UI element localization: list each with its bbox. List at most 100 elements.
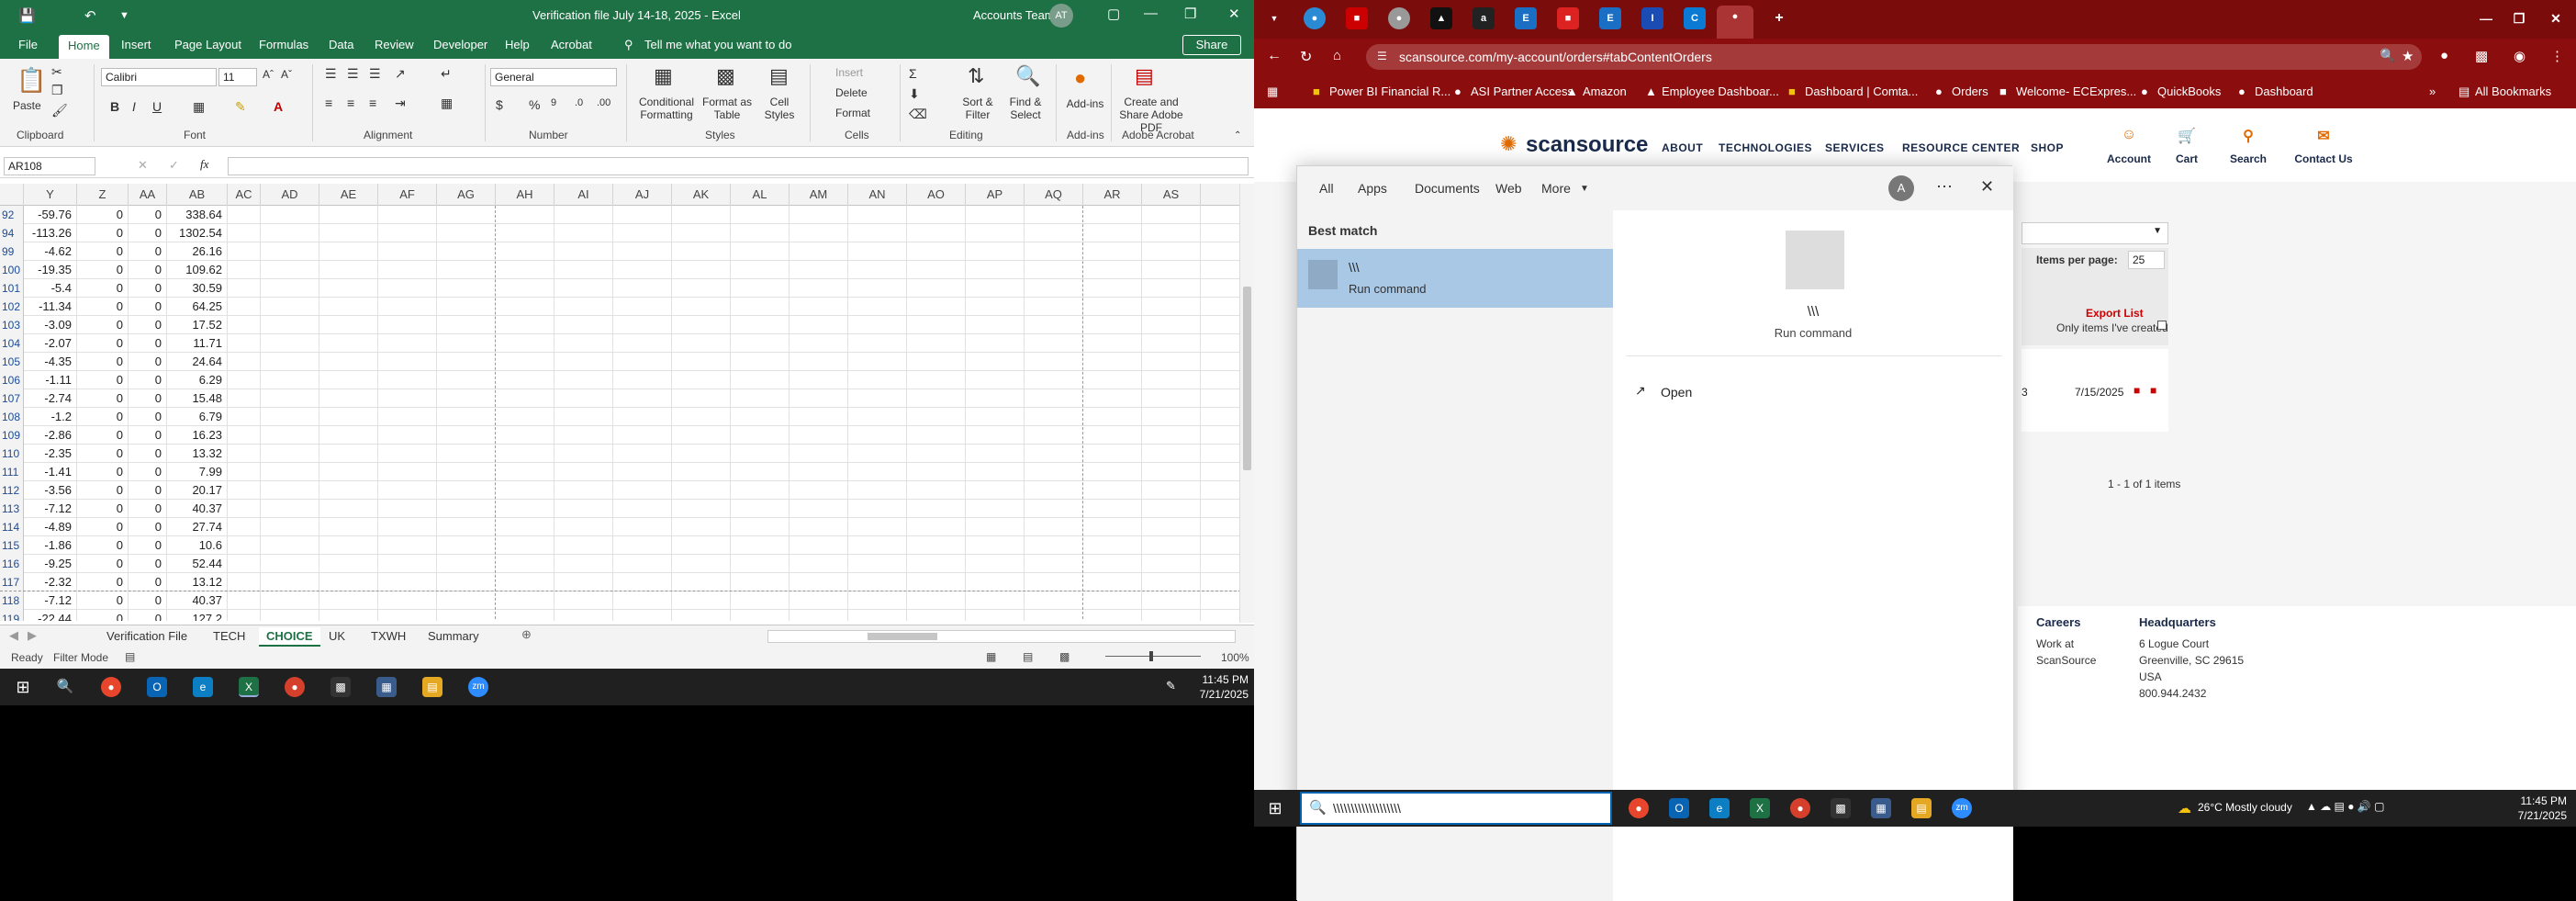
cell-z[interactable]: 0 bbox=[77, 389, 129, 408]
sheet-tab-uk[interactable]: UK bbox=[321, 627, 353, 645]
contact-icon[interactable]: ✉ bbox=[2291, 127, 2356, 145]
reload-icon[interactable]: ↻ bbox=[1300, 48, 1312, 66]
cell-aa[interactable]: 0 bbox=[129, 481, 167, 500]
cell-y[interactable]: -9.25 bbox=[24, 555, 77, 573]
nav-shop[interactable]: SHOP bbox=[2031, 141, 2064, 154]
scansource-logo[interactable]: scansource bbox=[1526, 132, 1648, 158]
minimize-icon[interactable]: — bbox=[1144, 6, 1158, 21]
number-format-select[interactable]: General bbox=[490, 68, 617, 86]
align-right-icon[interactable]: ≡ bbox=[369, 96, 376, 110]
bookmark-power-bi[interactable]: Power BI Financial R... bbox=[1329, 84, 1450, 98]
account-name[interactable]: Accounts Team bbox=[973, 8, 1055, 22]
column-header-y[interactable]: Y bbox=[24, 184, 77, 206]
row-header[interactable]: 110 bbox=[0, 445, 24, 463]
more-options-icon[interactable]: ⋯ bbox=[1936, 177, 1953, 197]
cell-z[interactable]: 0 bbox=[77, 316, 129, 334]
column-header-af[interactable]: AF bbox=[378, 184, 437, 206]
cell-z[interactable]: 0 bbox=[77, 573, 129, 591]
cell-y[interactable]: -1.86 bbox=[24, 536, 77, 555]
row-header[interactable]: 114 bbox=[0, 518, 24, 536]
search-close-icon[interactable]: ✕ bbox=[1980, 177, 1994, 197]
row-header[interactable]: 111 bbox=[0, 463, 24, 481]
taskbar-search-input[interactable]: \\\\\\\\\\\\\\\\\\\ bbox=[1300, 792, 1612, 825]
cell-ab[interactable]: 13.12 bbox=[167, 573, 228, 591]
row-header[interactable]: 94 bbox=[0, 224, 24, 242]
filter-documents[interactable]: Documents bbox=[1415, 181, 1480, 196]
row-header[interactable]: 115 bbox=[0, 536, 24, 555]
fill-icon[interactable]: ⬇ bbox=[909, 86, 920, 102]
row-header[interactable]: 99 bbox=[0, 242, 24, 261]
tab-amazon-icon[interactable]: a bbox=[1473, 7, 1495, 29]
tab-page-layout[interactable]: Page Layout bbox=[174, 38, 241, 51]
bookmark-dashboard[interactable]: Dashboard bbox=[2255, 84, 2313, 98]
column-header-ab[interactable]: AB bbox=[167, 184, 228, 206]
cell-ab[interactable]: 6.79 bbox=[167, 408, 228, 426]
cell-aa[interactable]: 0 bbox=[129, 408, 167, 426]
autosum-icon[interactable]: Σ bbox=[909, 66, 917, 81]
bookmark-ecexpress[interactable]: Welcome- ECExpres... bbox=[2016, 84, 2136, 98]
cell-y[interactable]: -2.86 bbox=[24, 426, 77, 445]
cell-y[interactable]: -2.35 bbox=[24, 445, 77, 463]
profile-icon[interactable]: ◉ bbox=[2514, 48, 2526, 64]
row-header[interactable]: 117 bbox=[0, 573, 24, 591]
cell-aa[interactable]: 0 bbox=[129, 389, 167, 408]
chrome-profile-icon-right[interactable]: ● bbox=[1790, 798, 1810, 818]
page-break-view-icon[interactable]: ▩ bbox=[1059, 650, 1070, 663]
decrease-decimal-icon[interactable]: .00 bbox=[597, 97, 610, 108]
column-header-ah[interactable]: AH bbox=[496, 184, 554, 206]
cell-aa[interactable]: 0 bbox=[129, 298, 167, 316]
row-header[interactable]: 104 bbox=[0, 334, 24, 353]
tab-favicon-1[interactable]: ● bbox=[1304, 7, 1326, 29]
add-ins-icon[interactable]: ● bbox=[1074, 66, 1086, 90]
cell-y[interactable]: -2.07 bbox=[24, 334, 77, 353]
tray-icons[interactable]: ▲ ☁ ▤ ● 🔊 ▢ bbox=[2306, 800, 2384, 813]
cell-ab[interactable]: 15.48 bbox=[167, 389, 228, 408]
column-header-as[interactable]: AS bbox=[1142, 184, 1201, 206]
tab-formulas[interactable]: Formulas bbox=[259, 38, 308, 51]
column-header-ae[interactable]: AE bbox=[319, 184, 378, 206]
cell-ab[interactable]: 109.62 bbox=[167, 261, 228, 279]
cell-z[interactable]: 0 bbox=[77, 500, 129, 518]
cell-z[interactable]: 0 bbox=[77, 463, 129, 481]
align-center-icon[interactable]: ≡ bbox=[347, 96, 354, 110]
adobe-pdf-icon[interactable]: ▤ bbox=[1135, 64, 1154, 88]
cell-ab[interactable]: 52.44 bbox=[167, 555, 228, 573]
order-number[interactable]: 3 bbox=[2022, 386, 2028, 399]
cell-aa[interactable]: 0 bbox=[129, 610, 167, 621]
cell-y[interactable]: -5.4 bbox=[24, 279, 77, 298]
accessibility-icon[interactable]: ▤ bbox=[125, 650, 135, 663]
name-box[interactable]: AR108 bbox=[4, 157, 95, 175]
comma-style-icon[interactable]: 9 bbox=[551, 97, 556, 108]
zoom-slider[interactable] bbox=[1098, 650, 1208, 663]
cell-y[interactable]: -59.76 bbox=[24, 206, 77, 224]
cell-ab[interactable]: 20.17 bbox=[167, 481, 228, 500]
cell-y[interactable]: -1.11 bbox=[24, 371, 77, 389]
windows-start-icon[interactable]: ⊞ bbox=[13, 677, 33, 697]
format-as-table-button[interactable]: Format as Table bbox=[701, 96, 753, 121]
outlook-icon-right[interactable]: O bbox=[1669, 798, 1689, 818]
contact-link[interactable]: Contact Us bbox=[2291, 152, 2356, 165]
more-bookmarks-icon[interactable]: » bbox=[2429, 84, 2436, 98]
search-link[interactable]: Search bbox=[2225, 152, 2271, 165]
column-header-al[interactable]: AL bbox=[731, 184, 790, 206]
row-header[interactable]: 112 bbox=[0, 481, 24, 500]
cell-y[interactable]: -7.12 bbox=[24, 591, 77, 610]
enter-formula-icon[interactable]: ✓ bbox=[169, 158, 179, 173]
tab-search-icon[interactable]: ▼ bbox=[1263, 7, 1285, 29]
cell-z[interactable]: 0 bbox=[77, 353, 129, 371]
page-layout-view-icon[interactable]: ▤ bbox=[1023, 650, 1033, 663]
chrome-icon-right[interactable]: ● bbox=[1629, 798, 1649, 818]
nav-about[interactable]: ABOUT bbox=[1662, 141, 1703, 154]
row-header[interactable]: 119 bbox=[0, 610, 24, 621]
cell-ab[interactable]: 40.37 bbox=[167, 591, 228, 610]
cell-z[interactable]: 0 bbox=[77, 298, 129, 316]
increase-decimal-icon[interactable]: .0 bbox=[575, 97, 583, 108]
edge-icon-right[interactable]: e bbox=[1709, 798, 1730, 818]
sheet-tab-verification-file[interactable]: Verification File bbox=[99, 627, 195, 645]
cell-z[interactable]: 0 bbox=[77, 536, 129, 555]
filter-more[interactable]: More bbox=[1541, 181, 1571, 196]
bookmark-employee[interactable]: Employee Dashboar... bbox=[1662, 84, 1779, 98]
insert-cells-button[interactable]: Insert bbox=[835, 66, 863, 79]
cell-z[interactable]: 0 bbox=[77, 261, 129, 279]
edge-icon[interactable]: e bbox=[193, 677, 213, 697]
